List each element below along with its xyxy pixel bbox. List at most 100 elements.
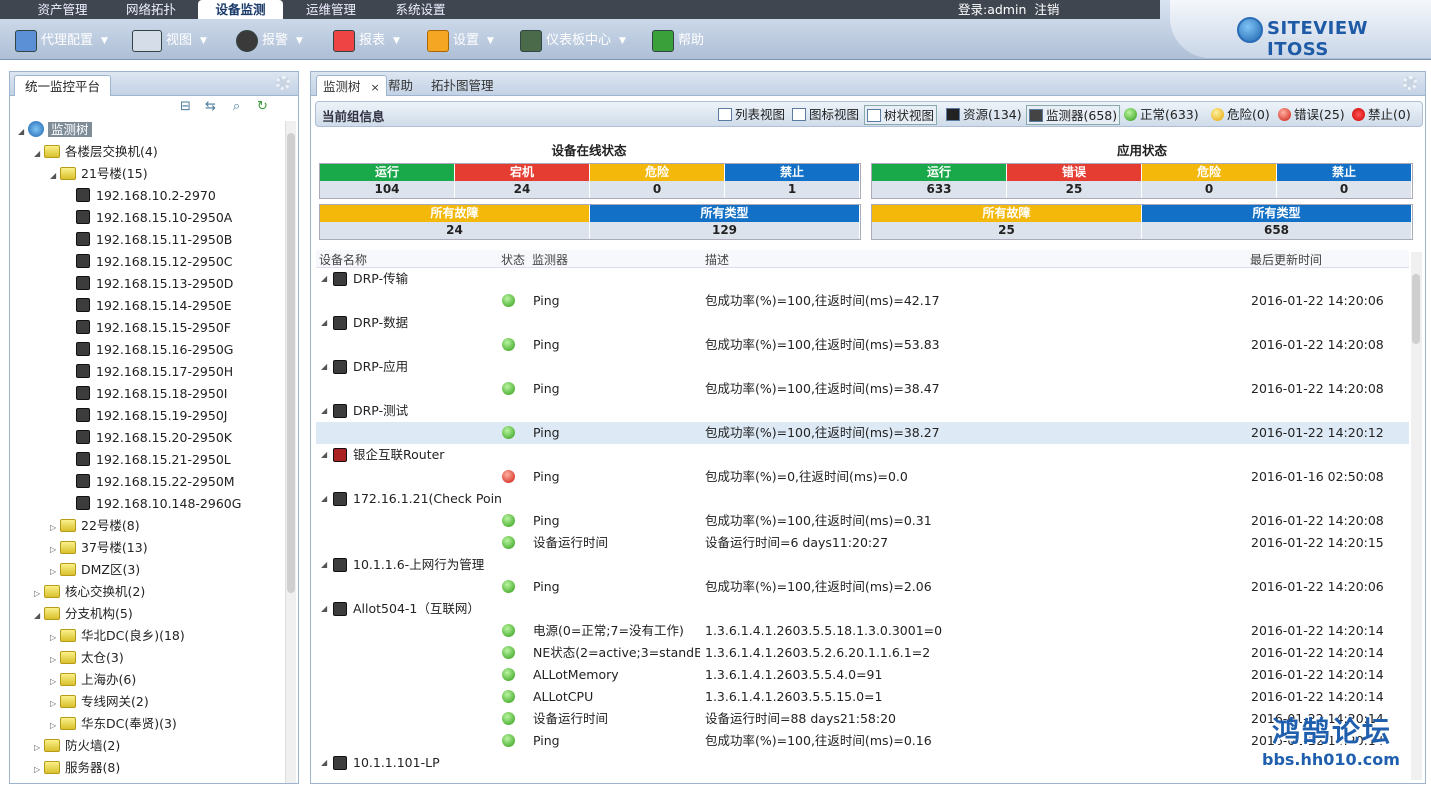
device-row[interactable]: ◢ 172.16.1.21(Check Poin [316,488,1409,510]
danger-count[interactable]: 危险(0) [1211,105,1270,125]
col-last-update[interactable]: 最后更新时间 [1250,251,1322,268]
scroll-thumb[interactable] [287,133,295,593]
monitor-row[interactable]: 设备运行时间 设备运行时间=88 days21:58:20 2016-01-22 1… [316,708,1409,730]
monitor-row[interactable]: Ping 包成功率(%)=0,往返时间(ms)=0.0 2016-01-16 02:… [316,466,1409,488]
tree-device-node[interactable]: 192.168.15.17-2950H [66,362,233,382]
tree-group-node[interactable]: ▷ 服务器(8) [34,758,120,778]
tree-group-node[interactable]: ▷ 专线网关(2) [50,692,149,712]
right-scrollbar[interactable] [1411,252,1422,780]
tree-view-button[interactable]: 树状视图 [864,105,938,125]
logout-link[interactable]: 注销 [1034,2,1059,17]
expand-arrow-icon[interactable]: ◢ [321,554,327,576]
tree-group-node[interactable]: ▷ 上海办(6) [50,670,136,690]
list-view-button[interactable]: 列表视图 [718,105,785,125]
monitor-row[interactable]: ALLotCPU 1.3.6.1.4.1.2603.5.5.15.0=1 2016-… [316,686,1409,708]
expand-arrow-icon[interactable]: ◢ [34,144,44,164]
tab-monitor-tree[interactable]: 监测树 × [316,75,387,96]
device-row[interactable]: ◢ DRP-应用 [316,356,1409,378]
tab-topology-manage[interactable]: 拓扑图管理 [431,75,494,96]
tree-group-node[interactable]: ◢ 21号楼(15) [50,164,148,184]
normal-count[interactable]: 正常(633) [1124,105,1199,125]
resource-count[interactable]: 资源(134) [946,105,1022,125]
close-icon[interactable]: × [371,81,380,94]
menu-tab-operations[interactable]: 运维管理 [290,0,372,19]
sync-icon[interactable]: ⇆ [203,99,218,114]
device-row[interactable]: ◢ DRP-传输 [316,268,1409,290]
monitor-row[interactable]: Ping 包成功率(%)=100,往返时间(ms)=0.31 2016-01-22 … [316,510,1409,532]
tree-device-node[interactable]: 192.168.10.148-2960G [66,494,241,514]
col-monitor[interactable]: 监测器 [532,251,568,268]
expand-arrow-icon[interactable]: ◢ [321,752,327,774]
tree-device-node[interactable]: 192.168.15.15-2950F [66,318,231,338]
toolbar-settings[interactable]: 设置 ▼ [427,26,494,56]
monitor-row[interactable]: Ping 包成功率(%)=100,往返时间(ms)=38.47 2016-01-22… [316,378,1409,400]
col-device-name[interactable]: 设备名称 [319,251,367,268]
tab-help[interactable]: 帮助 [388,75,413,96]
app-all-faults-value[interactable]: 25 [872,222,1142,239]
device-row[interactable]: ◢ 10.1.1.101-LP [316,752,1409,774]
expand-arrow-icon[interactable]: ◢ [18,122,28,142]
device-row[interactable]: ◢ 10.1.1.6-上网行为管理 [316,554,1409,576]
menu-tab-settings[interactable]: 系统设置 [378,0,463,19]
expand-arrow-icon[interactable]: ◢ [321,444,327,466]
tree-group-node[interactable]: ▷ 华北DC(良乡)(18) [50,626,185,646]
toolbar-report[interactable]: 报表 ▼ [333,26,400,56]
app-error-value[interactable]: 25 [1007,181,1142,198]
menu-tab-assets[interactable]: 资产管理 [20,0,105,19]
monitor-row[interactable]: Ping 包成功率(%)=100,往返时间(ms)=53.83 2016-01-22… [316,334,1409,356]
monitor-row[interactable]: Ping 包成功率(%)=100,往返时间(ms)=2.06 2016-01-22 … [316,576,1409,598]
tree-device-node[interactable]: 192.168.15.18-2950I [66,384,227,404]
icon-view-button[interactable]: 图标视图 [792,105,859,125]
device-row[interactable]: ◢ DRP-测试 [316,400,1409,422]
collapse-arrow-icon[interactable]: ▷ [50,716,60,736]
gear-icon[interactable] [1403,76,1417,90]
search-icon[interactable]: ⌕ [229,99,244,114]
toolbar-dashboard[interactable]: 仪表板中心 ▼ [520,26,626,56]
left-scrollbar[interactable] [285,121,296,783]
gear-icon[interactable] [276,76,290,90]
col-status[interactable]: 状态 [501,251,525,268]
collapse-arrow-icon[interactable]: ▷ [50,650,60,670]
menu-tab-monitoring[interactable]: 设备监测 [198,0,283,19]
tree-device-node[interactable]: 192.168.15.19-2950J [66,406,227,426]
tree-root-node[interactable]: ◢ 监测树 [18,120,92,140]
collapse-arrow-icon[interactable]: ▷ [50,672,60,692]
tree-device-node[interactable]: 192.168.15.21-2950L [66,450,231,470]
col-description[interactable]: 描述 [705,251,729,268]
panel-splitter[interactable] [301,71,308,784]
tree-group-node[interactable]: ◢ 各楼层交换机(4) [34,142,158,162]
refresh-icon[interactable]: ↻ [255,99,270,114]
monitor-row[interactable]: Ping 包成功率(%)=100,往返时间(ms)=42.17 2016-01-22… [316,290,1409,312]
collapse-arrow-icon[interactable]: ▷ [50,694,60,714]
tree-device-node[interactable]: 192.168.15.13-2950D [66,274,233,294]
menu-tab-topology[interactable]: 网络拓扑 [110,0,192,19]
tree-device-node[interactable]: 192.168.15.11-2950B [66,230,232,250]
toolbar-alarm[interactable]: 报警 ▼ [236,26,303,56]
expand-arrow-icon[interactable]: ◢ [34,606,44,626]
device-all-faults-value[interactable]: 24 [320,222,590,239]
tree-group-node[interactable]: ▷ 华东DC(奉贤)(3) [50,714,177,734]
tree-device-node[interactable]: 192.168.15.20-2950K [66,428,232,448]
monitor-count[interactable]: 监测器(658) [1026,105,1121,125]
device-all-types-value[interactable]: 129 [590,222,860,239]
monitor-row[interactable]: ALLotMemory 1.3.6.1.4.1.2603.5.5.4.0=91 20… [316,664,1409,686]
tree-group-node[interactable]: ▷ 22号楼(8) [50,516,140,536]
monitor-row[interactable]: Ping 包成功率(%)=100,往返时间(ms)=0.16 2016-01-22 … [316,730,1409,752]
device-down-value[interactable]: 24 [455,181,590,198]
toolbar-help[interactable]: 帮助 [652,26,704,56]
device-row[interactable]: ◢ Allot504-1（互联网） [316,598,1409,620]
collapse-arrow-icon[interactable]: ▷ [34,760,44,780]
tab-unified-platform[interactable]: 统一监控平台 [14,75,112,96]
monitor-row[interactable]: Ping 包成功率(%)=100,往返时间(ms)=38.27 2016-01-22… [316,422,1409,444]
device-disabled-value[interactable]: 1 [725,181,860,198]
expand-arrow-icon[interactable]: ◢ [321,400,327,422]
app-disabled-value[interactable]: 0 [1277,181,1412,198]
app-running-value[interactable]: 633 [872,181,1007,198]
tree-device-node[interactable]: 192.168.15.22-2950M [66,472,235,492]
collapse-icon[interactable]: ⊟ [178,99,193,114]
toolbar-proxy-config[interactable]: 代理配置 ▼ [15,26,108,56]
tree-group-node[interactable]: ▷ 防火墙(2) [34,736,120,756]
collapse-arrow-icon[interactable]: ▷ [50,628,60,648]
app-all-types-value[interactable]: 658 [1142,222,1412,239]
expand-arrow-icon[interactable]: ◢ [321,312,327,334]
